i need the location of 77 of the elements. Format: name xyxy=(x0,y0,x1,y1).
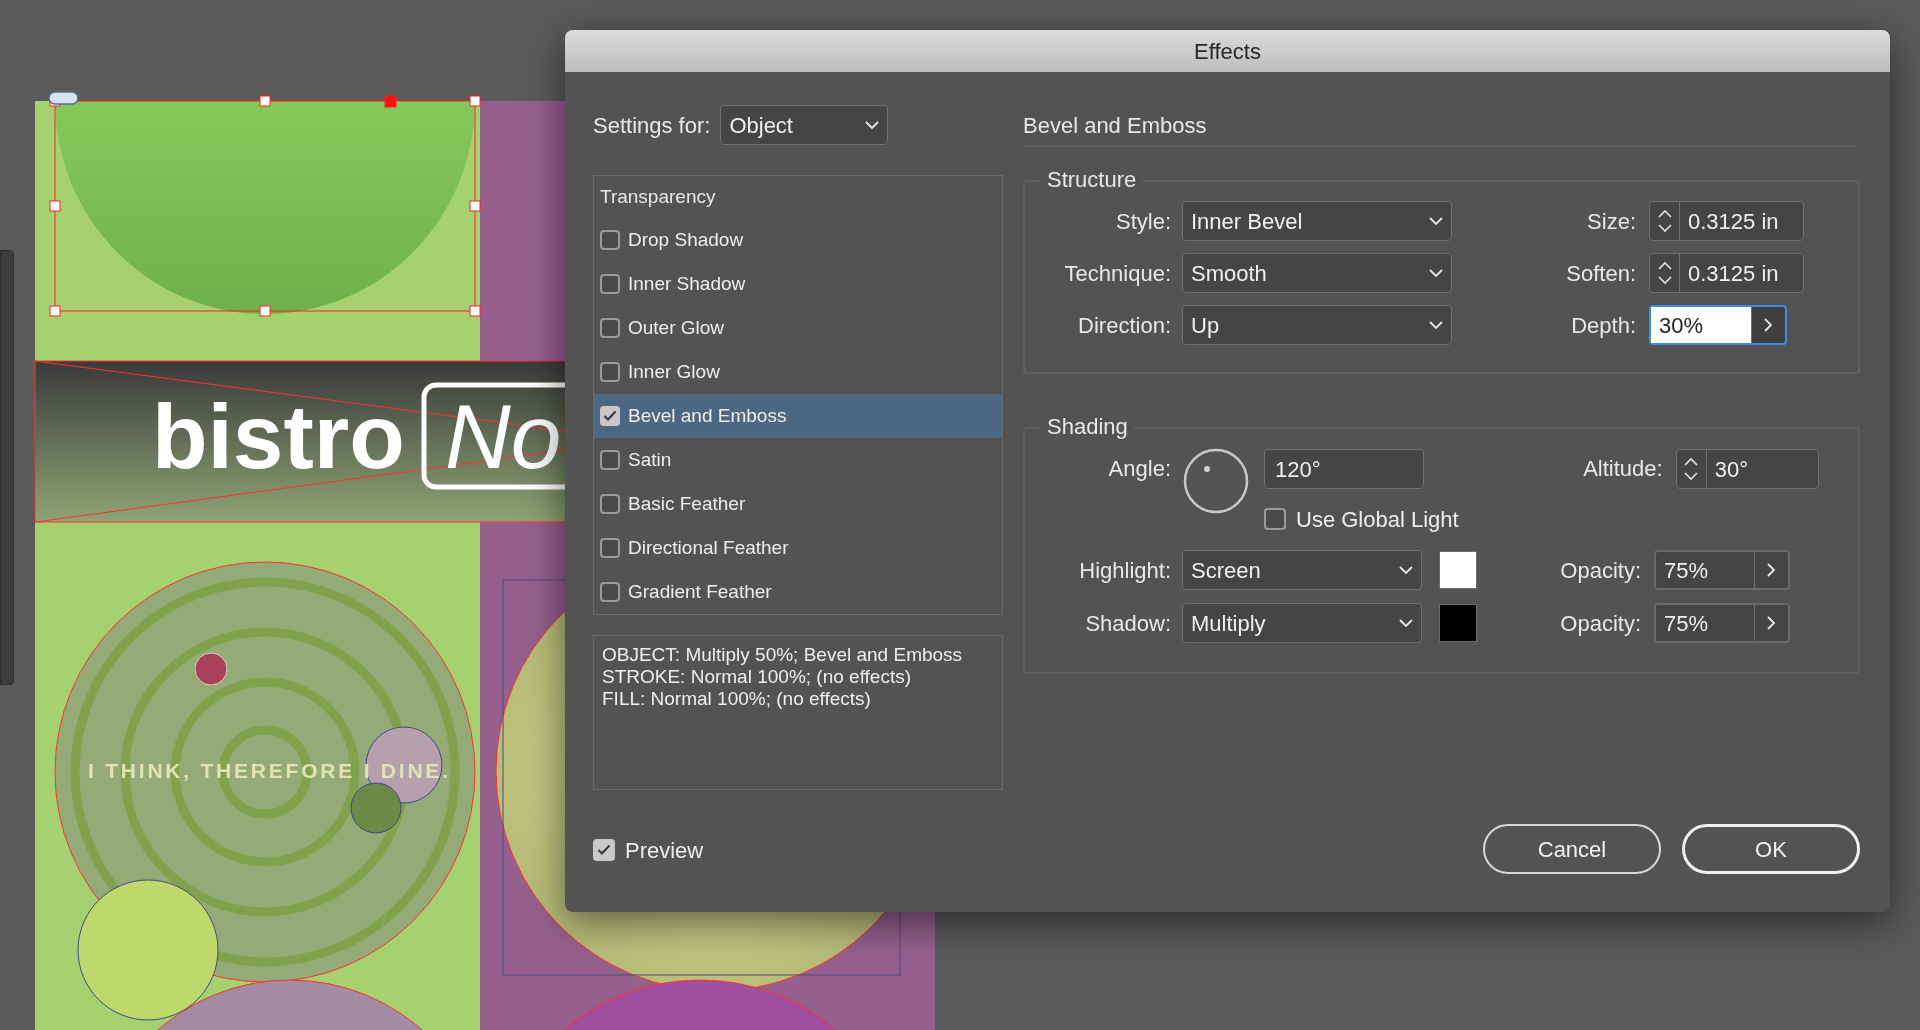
small-ball xyxy=(194,652,228,686)
checkbox-label: Use Global Light xyxy=(1296,505,1459,534)
chevron-icon xyxy=(1429,320,1443,330)
effect-item[interactable]: Outer Glow xyxy=(594,306,1002,350)
effect-item[interactable]: Drop Shadow xyxy=(594,218,1002,262)
effect-item[interactable]: Basic Feather xyxy=(594,482,1002,526)
effect-item[interactable]: Bevel and Emboss xyxy=(594,394,1002,438)
checkbox[interactable] xyxy=(593,839,615,861)
stepper-icon[interactable] xyxy=(1684,457,1699,481)
stepper-icon[interactable] xyxy=(1657,261,1672,285)
checkbox[interactable] xyxy=(600,406,620,426)
blend-mode-dropdown[interactable]: Screen xyxy=(1182,550,1422,590)
number-field[interactable]: 30° xyxy=(1675,449,1819,489)
field-label: Shadow: xyxy=(1084,609,1171,638)
percent-field[interactable]: 30% xyxy=(1649,305,1787,345)
effect-item[interactable]: Satin xyxy=(594,438,1002,482)
preview-label: Preview xyxy=(625,836,704,865)
checkbox[interactable] xyxy=(600,582,620,602)
summary-line: FILL: Normal 100%; (no effects) xyxy=(602,688,872,710)
headline: bistro xyxy=(152,386,405,487)
color-swatch[interactable] xyxy=(1439,604,1477,642)
field-label: Size: xyxy=(1586,207,1636,236)
small-bubble xyxy=(350,782,402,834)
settings-for-label: Settings for: xyxy=(593,111,711,140)
settings-for-select[interactable]: Object xyxy=(720,105,889,145)
cancel-button[interactable]: Cancel xyxy=(1483,824,1661,874)
chevron-icon xyxy=(1429,268,1443,278)
chevron-right-icon xyxy=(1767,616,1776,630)
checkbox[interactable] xyxy=(600,318,620,338)
list-header: Transparency xyxy=(600,184,716,209)
checkmark-icon xyxy=(603,410,617,422)
angle-field[interactable]: 120° xyxy=(1264,449,1424,489)
checkbox[interactable] xyxy=(600,274,620,294)
effect-item[interactable]: Inner Shadow xyxy=(594,262,1002,306)
checkbox[interactable] xyxy=(600,450,620,470)
number-field[interactable]: 0.3125 in xyxy=(1649,201,1804,241)
color-swatch[interactable] xyxy=(1439,551,1477,589)
checkbox[interactable] xyxy=(600,538,620,558)
field-label: Direction: xyxy=(1077,311,1171,340)
dropdown[interactable]: Inner Bevel xyxy=(1182,201,1452,241)
percent-field[interactable]: 75% xyxy=(1654,550,1790,590)
ok-button[interactable]: OK xyxy=(1682,824,1860,874)
field-label: Style: xyxy=(1114,207,1171,236)
field-label: Highlight: xyxy=(1078,556,1171,585)
checkbox[interactable] xyxy=(1264,508,1286,530)
field-label: Opacity: xyxy=(1559,609,1641,638)
dropdown[interactable]: Smooth xyxy=(1182,253,1452,293)
field-label: Soften: xyxy=(1565,259,1636,288)
effect-item[interactable]: Gradient Feather xyxy=(594,570,1002,614)
angle-label: Angle: xyxy=(1107,455,1171,483)
summary-line: OBJECT: Multiply 50%; Bevel and Emboss xyxy=(602,644,964,666)
stepper-icon[interactable] xyxy=(1657,209,1672,233)
angle-dial[interactable] xyxy=(1183,448,1249,514)
link-icon[interactable] xyxy=(48,91,79,105)
chevron-icon xyxy=(1399,565,1413,575)
percent-field[interactable]: 75% xyxy=(1654,603,1790,643)
chevron-icon xyxy=(865,120,880,130)
chevron-icon xyxy=(1399,618,1413,628)
effect-item[interactable]: Directional Feather xyxy=(594,526,1002,570)
field-label: Opacity: xyxy=(1559,556,1641,585)
summary-line: STROKE: Normal 100%; (no effects) xyxy=(602,666,913,688)
panel-title: Bevel and Emboss xyxy=(1023,112,1207,140)
blend-mode-dropdown[interactable]: Multiply xyxy=(1182,603,1422,643)
field-label: Depth: xyxy=(1570,311,1636,340)
number-field[interactable]: 0.3125 in xyxy=(1649,253,1804,293)
altitude-label: Altitude: xyxy=(1582,455,1663,483)
checkbox[interactable] xyxy=(600,494,620,514)
window-title: Effects xyxy=(1194,37,1261,66)
dropdown[interactable]: Up xyxy=(1182,305,1452,345)
checkmark-icon xyxy=(597,844,611,856)
checkbox[interactable] xyxy=(600,362,620,382)
checkbox[interactable] xyxy=(600,230,620,250)
chevron-right-icon xyxy=(1764,318,1773,332)
chevron-icon xyxy=(1429,216,1443,226)
field-label: Technique: xyxy=(1063,259,1171,288)
chevron-right-icon xyxy=(1767,563,1776,577)
effect-item[interactable]: Inner Glow xyxy=(594,350,1002,394)
